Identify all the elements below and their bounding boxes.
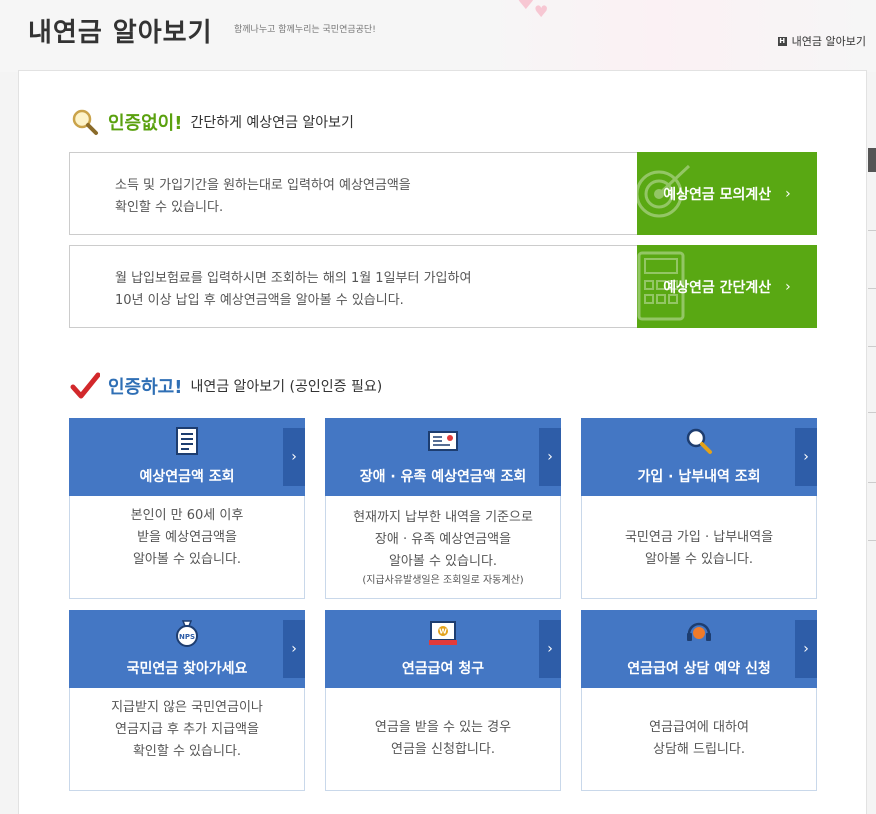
mock-calc-label[interactable]: 예상연금 모의계산 — [663, 184, 771, 204]
page-title: 내연금 알아보기 — [28, 18, 213, 48]
chevron-right-icon[interactable]: › — [785, 279, 791, 295]
card-line: 현재까지 납부한 내역을 기준으로 — [353, 510, 533, 525]
card-line: 받을 예상연금액을 — [137, 530, 237, 545]
chevron-right-icon[interactable]: › — [785, 186, 791, 202]
side-divider — [868, 412, 876, 413]
card-title[interactable]: 예상연금액 조회 — [69, 466, 305, 486]
document-list-icon — [176, 427, 198, 455]
home-icon[interactable]: H — [777, 36, 787, 46]
side-divider — [868, 230, 876, 231]
card-title[interactable]: 연금급여 청구 — [325, 658, 561, 678]
card-line: 장애 · 유족 예상연금액을 — [374, 532, 512, 547]
expected-pension-card[interactable]: 예상연금액 조회 › 본인이 만 60세 이후 받을 예상연금액을 알아볼 수 … — [69, 418, 305, 599]
svg-text:W: W — [439, 628, 447, 636]
card-line: 알아볼 수 있습니다. — [388, 554, 498, 569]
card-line: 지급받지 않은 국민연금이나 — [111, 700, 263, 715]
card-header[interactable]: 장애 · 유족 예상연금액 조회 › — [325, 418, 561, 496]
row-description-line: 월 납입보험료를 입력하시면 조회하는 해의 1월 1일부터 가입하여 — [115, 271, 472, 286]
section-subtitle: 간단하게 예상연금 알아보기 — [190, 115, 354, 131]
card-description: 연금을 받을 수 있는 경우 연금을 신청합니다. — [326, 717, 560, 761]
card-line: 연금을 신청합니다. — [391, 742, 495, 757]
card-description: 연금급여에 대하여 상담해 드립니다. — [582, 717, 816, 761]
disability-survivor-card[interactable]: 장애 · 유족 예상연금액 조회 › 현재까지 납부한 내역을 기준으로 장애 … — [325, 418, 561, 599]
card-header[interactable]: W 연금급여 청구 › — [325, 610, 561, 688]
card-header[interactable]: NPS 국민연금 찾아가세요 › — [69, 610, 305, 688]
mock-calc-button[interactable]: 예상연금 모의계산 › — [637, 152, 817, 235]
breadcrumb[interactable]: H 내연금 알아보기 — [777, 33, 866, 49]
section-subtitle: 내연금 알아보기 (공인인증 필요) — [190, 379, 383, 395]
card-line: 국민연금 가입 · 납부내역을 — [624, 530, 774, 545]
chevron-right-icon[interactable]: › — [795, 428, 817, 486]
enrollment-payment-card[interactable]: 가입 · 납부내역 조회 › 국민연금 가입 · 납부내역을 알아볼 수 있습니… — [581, 418, 817, 599]
row-description-line: 확인할 수 있습니다. — [115, 200, 224, 215]
section-emphasis: 인증하고! — [108, 377, 183, 398]
cash-register-icon: W — [429, 621, 457, 645]
simple-calc-button[interactable]: 예상연금 간단계산 › — [637, 245, 817, 328]
row-description: 월 납입보험료를 입력하시면 조회하는 해의 1월 1일부터 가입하여 10년 … — [115, 268, 471, 312]
chevron-right-icon[interactable]: › — [283, 428, 305, 486]
card-title[interactable]: 국민연금 찾아가세요 — [69, 658, 305, 678]
magnifier-icon — [72, 109, 98, 135]
card-line: 연금을 받을 수 있는 경우 — [374, 720, 512, 735]
section-emphasis: 인증없이! — [108, 113, 183, 134]
card-description: 본인이 만 60세 이후 받을 예상연금액을 알아볼 수 있습니다. — [70, 505, 304, 571]
section-no-auth-heading: 인증없이! 간단하게 예상연금 알아보기 — [70, 108, 354, 136]
chevron-right-icon[interactable]: › — [283, 620, 305, 678]
card-line: 알아볼 수 있습니다. — [644, 552, 754, 567]
headset-icon — [687, 622, 711, 641]
card-title[interactable]: 가입 · 납부내역 조회 — [581, 466, 817, 486]
breadcrumb-current[interactable]: 내연금 알아보기 — [792, 33, 866, 49]
magnifier-icon — [686, 428, 712, 454]
card-line: 알아볼 수 있습니다. — [132, 552, 242, 567]
card-description: 지급받지 않은 국민연금이나 연금지급 후 추가 지급액을 확인할 수 있습니다… — [70, 697, 304, 763]
svg-text:NPS: NPS — [179, 633, 195, 641]
card-header[interactable]: 연금급여 상담 예약 신청 › — [581, 610, 817, 688]
card-header[interactable]: 가입 · 납부내역 조회 › — [581, 418, 817, 496]
header-bar: ♥ ♥ 내연금 알아보기 함께나누고 함께누리는 국민연금공단! H 내연금 알… — [0, 0, 876, 72]
card-header[interactable]: 예상연금액 조회 › — [69, 418, 305, 496]
benefit-claim-card[interactable]: W 연금급여 청구 › 연금을 받을 수 있는 경우 연금을 신청합니다. — [325, 610, 561, 791]
simple-calc-row: 월 납입보험료를 입력하시면 조회하는 해의 1월 1일부터 가입하여 10년 … — [69, 245, 817, 328]
consultation-booking-card[interactable]: 연금급여 상담 예약 신청 › 연금급여에 대하여 상담해 드립니다. — [581, 610, 817, 791]
card-line: 연금급여에 대하여 — [649, 720, 749, 735]
money-bag-icon: NPS — [176, 620, 198, 647]
chevron-right-icon[interactable]: › — [539, 620, 561, 678]
card-description: 국민연금 가입 · 납부내역을 알아볼 수 있습니다. — [582, 527, 816, 571]
side-tab-decoration — [868, 148, 876, 172]
unclaimed-pension-card[interactable]: NPS 국민연금 찾아가세요 › 지급받지 않은 국민연금이나 연금지급 후 추… — [69, 610, 305, 791]
row-description-line: 10년 이상 납입 후 예상연금액을 알아볼 수 있습니다. — [115, 293, 404, 308]
chevron-right-icon[interactable]: › — [539, 428, 561, 486]
simple-calc-label[interactable]: 예상연금 간단계산 — [663, 277, 771, 297]
side-divider — [868, 346, 876, 347]
card-line: 본인이 만 60세 이후 — [130, 508, 244, 523]
card-note: (지급사유발생일은 조회일로 자동계산) — [362, 575, 524, 586]
row-description: 소득 및 가입기간을 원하는대로 입력하여 예상연금액을 확인할 수 있습니다. — [115, 175, 411, 219]
check-icon — [70, 372, 100, 399]
section-auth-heading: 인증하고! 내연금 알아보기 (공인인증 필요) — [70, 372, 382, 400]
card-line: 확인할 수 있습니다. — [132, 744, 242, 759]
card-title[interactable]: 연금급여 상담 예약 신청 — [581, 658, 817, 678]
card-line: 연금지급 후 추가 지급액을 — [115, 722, 259, 737]
side-divider — [868, 540, 876, 541]
side-divider — [868, 288, 876, 289]
card-title[interactable]: 장애 · 유족 예상연금액 조회 — [325, 466, 561, 486]
card-description: 현재까지 납부한 내역을 기준으로 장애 · 유족 예상연금액을 알아볼 수 있… — [326, 507, 560, 589]
row-description-line: 소득 및 가입기간을 원하는대로 입력하여 예상연금액을 — [115, 178, 411, 193]
certificate-icon — [428, 431, 458, 451]
slogan: 함께나누고 함께누리는 국민연금공단! — [234, 25, 376, 35]
heart-decoration: ♥ — [516, 0, 536, 15]
heart-decoration: ♥ — [534, 2, 549, 21]
card-line: 상담해 드립니다. — [653, 742, 745, 757]
chevron-right-icon[interactable]: › — [795, 620, 817, 678]
side-divider — [868, 482, 876, 483]
mock-calc-row: 소득 및 가입기간을 원하는대로 입력하여 예상연금액을 확인할 수 있습니다.… — [69, 152, 817, 235]
